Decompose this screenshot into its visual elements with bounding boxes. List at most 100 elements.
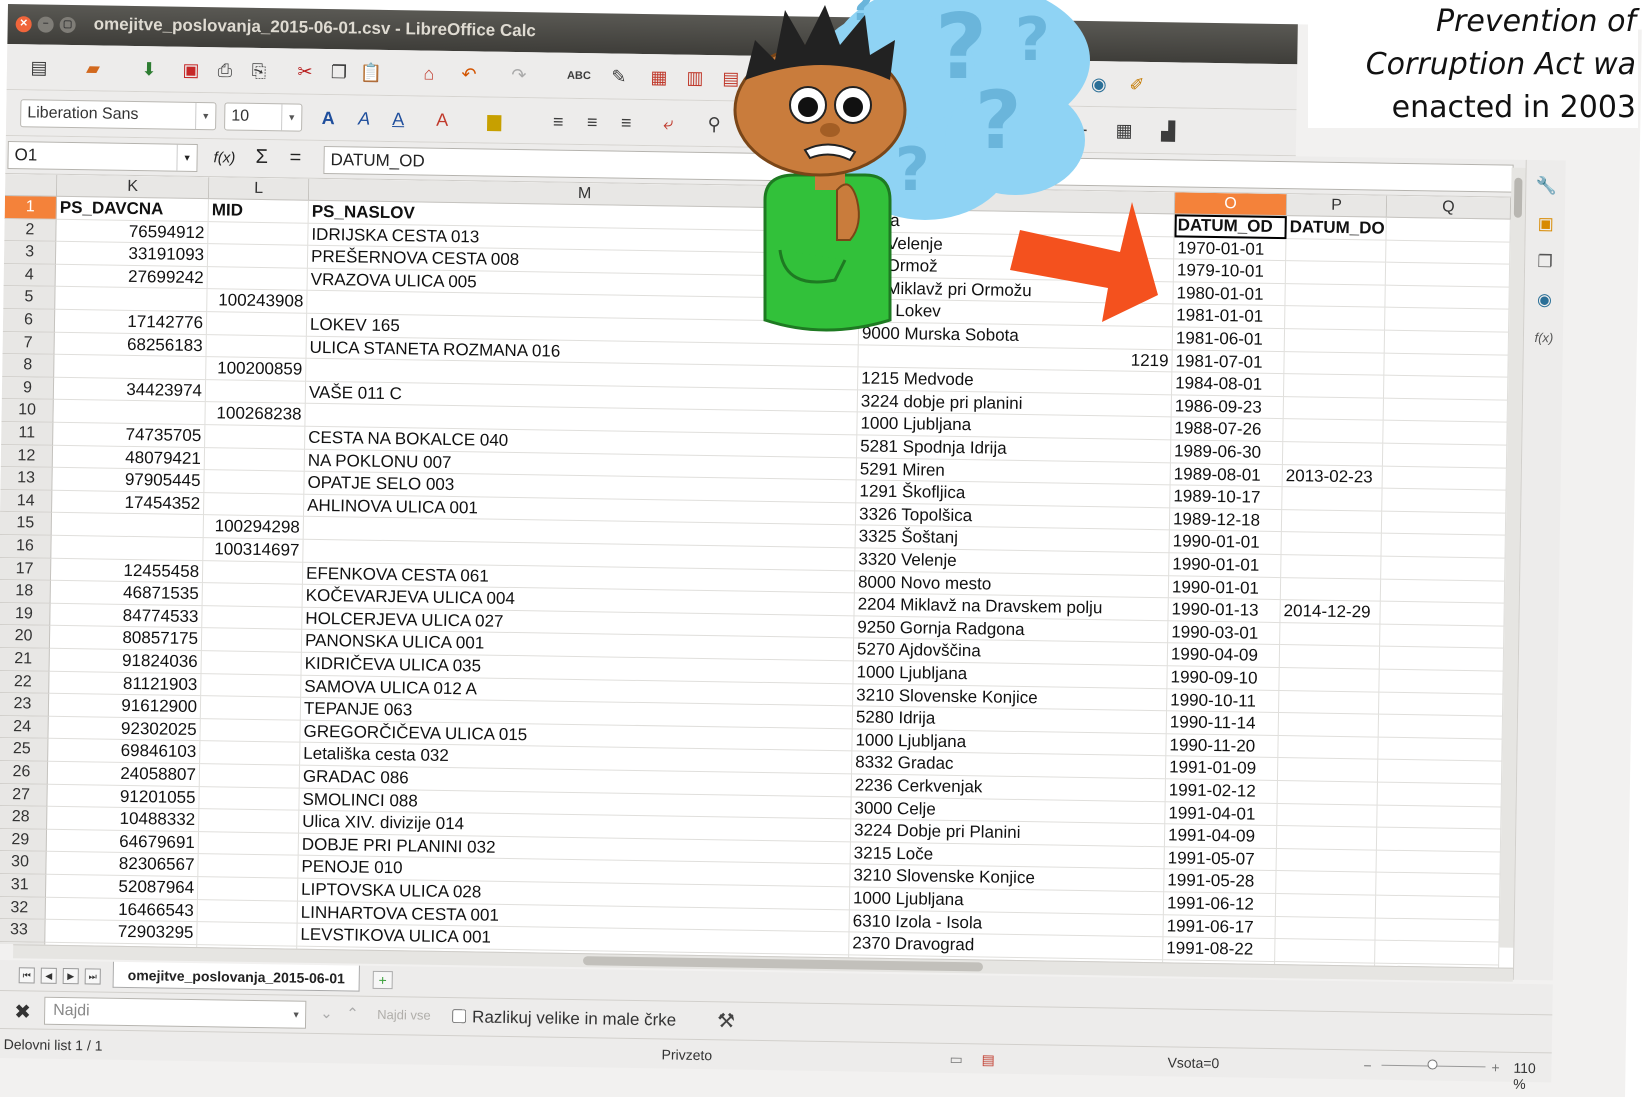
cell-o[interactable]: 1991-02-12	[1165, 779, 1278, 804]
zoom-out-icon[interactable]: −	[1363, 1057, 1371, 1073]
cell-p[interactable]	[1284, 351, 1385, 376]
cell-k[interactable]	[55, 287, 208, 313]
spellcheck-icon[interactable]: ABC	[567, 64, 591, 88]
cell-p[interactable]	[1286, 238, 1387, 263]
cell-k[interactable]: 52087964	[45, 874, 199, 900]
cell-p[interactable]	[1285, 283, 1386, 309]
cell-q[interactable]	[1376, 827, 1502, 853]
column-header-q[interactable]: Q	[1386, 195, 1512, 220]
cell-q[interactable]	[1383, 421, 1508, 446]
cell-q[interactable]	[1381, 534, 1506, 559]
align-right-icon[interactable]: ≡	[614, 111, 638, 135]
row-header[interactable]: 22	[0, 670, 50, 694]
cell-q[interactable]	[1377, 805, 1502, 830]
export-pdf-icon[interactable]: ▣	[179, 58, 203, 82]
cell-q[interactable]	[1380, 624, 1505, 649]
cell-o[interactable]: 1991-05-28	[1164, 869, 1277, 895]
cell-l[interactable]: 100200859	[206, 357, 307, 382]
cell-o[interactable]: 1990-11-14	[1166, 711, 1280, 736]
cell-q[interactable]	[1375, 918, 1500, 943]
vertical-scroll-thumb[interactable]	[1513, 177, 1523, 218]
column-header-p[interactable]: P	[1286, 194, 1388, 218]
cell-p[interactable]	[1282, 442, 1384, 467]
cell-l[interactable]	[197, 922, 298, 947]
cell-p[interactable]	[1283, 419, 1384, 444]
navigator-side-icon[interactable]: ◉	[1532, 288, 1556, 312]
wrap-text-icon[interactable]: ⤶	[656, 111, 680, 135]
close-find-icon[interactable]: ✖	[14, 999, 31, 1024]
row-header[interactable]: 28	[0, 806, 48, 830]
cell-k[interactable]: 33191093	[55, 241, 209, 267]
gallery-icon[interactable]: ❐	[1533, 250, 1557, 274]
cell-q[interactable]	[1382, 488, 1507, 514]
cell-o[interactable]: 1991-01-09	[1165, 756, 1279, 782]
cell-l[interactable]	[206, 312, 308, 337]
cell-k[interactable]	[53, 400, 206, 426]
cell-o[interactable]: 1990-10-11	[1167, 688, 1280, 714]
add-sheet-button[interactable]: +	[372, 970, 393, 990]
cell-o[interactable]: 1981-07-01	[1172, 349, 1285, 375]
cell-l[interactable]	[205, 425, 306, 450]
font-size-select[interactable]: 10 ▼	[224, 102, 303, 132]
cell-l[interactable]	[204, 447, 306, 472]
row-header[interactable]: 16	[0, 534, 52, 559]
name-box[interactable]: O1 ▼	[7, 141, 198, 172]
find-input[interactable]	[43, 996, 307, 1029]
cell-o[interactable]: 1990-03-01	[1168, 621, 1281, 646]
find-all-button[interactable]: Najdi vse	[377, 1007, 431, 1023]
zoom-level[interactable]: 110 %	[1513, 1060, 1551, 1093]
cell-l[interactable]	[202, 583, 303, 608]
cell-l[interactable]	[199, 786, 300, 811]
row-header[interactable]: 5	[3, 286, 56, 310]
draw-functions-icon[interactable]: ✐	[1125, 73, 1149, 97]
cell-l[interactable]	[201, 673, 302, 698]
row-header[interactable]: 33	[0, 919, 46, 943]
select-all-corner[interactable]	[4, 173, 58, 197]
row-header[interactable]: 27	[0, 783, 48, 807]
cell-k[interactable]: 27699242	[55, 264, 208, 290]
undo-icon[interactable]: ↶	[457, 62, 481, 86]
row-header[interactable]: 29	[0, 828, 48, 853]
cell-k[interactable]: 16466543	[45, 897, 198, 923]
find-replace-icon[interactable]: ⚒	[717, 1008, 735, 1033]
minimize-window-button[interactable]: −	[37, 16, 54, 33]
cell-p[interactable]	[1279, 690, 1380, 715]
first-sheet-button[interactable]: ⏮	[18, 967, 35, 984]
cell-o[interactable]: 1990-09-10	[1167, 666, 1280, 691]
close-window-button[interactable]: ✕	[15, 16, 32, 33]
border-style-icon[interactable]: ▟	[1156, 119, 1180, 143]
cell-k[interactable]: 91201055	[47, 784, 200, 810]
cell-k[interactable]: 64679691	[46, 829, 200, 855]
cell-q[interactable]	[1385, 262, 1511, 288]
cell-q[interactable]	[1383, 375, 1509, 401]
cell-o[interactable]: 1989-08-01	[1170, 462, 1283, 488]
font-name-select[interactable]: Liberation Sans ▼	[20, 99, 217, 131]
cell-p[interactable]	[1280, 622, 1381, 648]
cell-l[interactable]	[203, 492, 305, 518]
redo-icon[interactable]: ↷	[507, 63, 531, 87]
cell-k[interactable]: 80857175	[49, 626, 203, 652]
row-header[interactable]: 21	[0, 647, 50, 672]
row-header[interactable]: 15	[0, 512, 53, 536]
cell-p[interactable]	[1276, 871, 1377, 896]
cell-l[interactable]	[208, 221, 309, 246]
cell-l[interactable]: 100314697	[203, 538, 304, 563]
cell-p[interactable]: DATUM_DO	[1286, 216, 1387, 241]
function-wizard-icon[interactable]: f(x)	[213, 149, 235, 166]
cell-q[interactable]	[1379, 692, 1504, 717]
cell-q[interactable]	[1382, 443, 1508, 469]
cell-q[interactable]	[1379, 669, 1504, 695]
cell-l[interactable]	[200, 696, 302, 721]
cell-l[interactable]	[201, 651, 302, 676]
find-previous-icon[interactable]: ⌃	[346, 1004, 359, 1022]
cell-o[interactable]: 1991-08-22	[1163, 937, 1276, 962]
merge-cells-icon[interactable]: ⚲	[702, 112, 726, 136]
next-sheet-button[interactable]: ▶	[62, 967, 79, 985]
cell-l[interactable]	[202, 560, 304, 585]
match-case-checkbox[interactable]: Razlikuj velike in male črke	[452, 1007, 676, 1031]
styles-icon[interactable]: ▣	[1534, 212, 1558, 236]
cell-k[interactable]: 76594912	[56, 219, 209, 245]
cell-q[interactable]	[1375, 940, 1500, 966]
cell-p[interactable]	[1275, 894, 1377, 919]
cell-q[interactable]	[1385, 285, 1510, 311]
